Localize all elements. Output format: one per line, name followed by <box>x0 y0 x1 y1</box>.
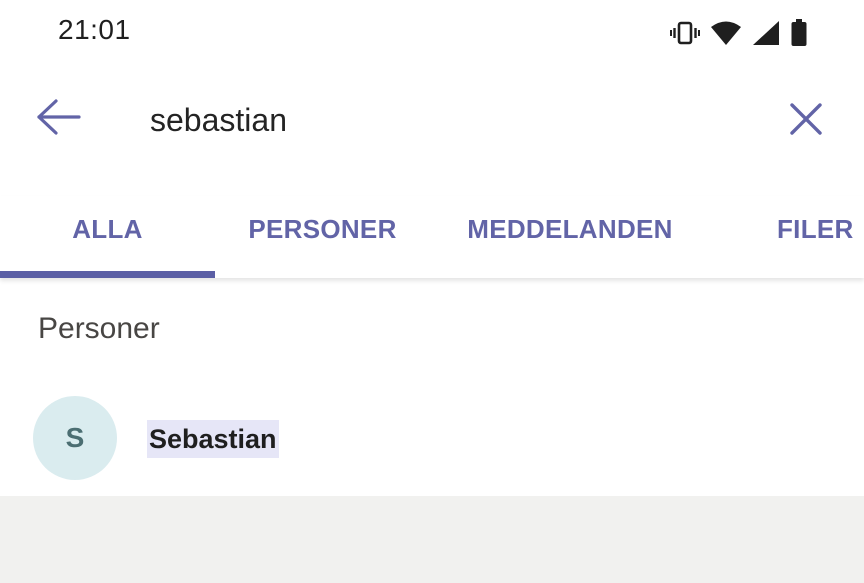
tab-people[interactable]: PERSONER <box>215 196 430 278</box>
empty-results-area <box>0 496 864 583</box>
person-name: Sebastian <box>147 420 279 458</box>
avatar: S <box>33 396 117 480</box>
tab-files[interactable]: FILER <box>740 196 864 278</box>
signal-icon <box>752 20 780 46</box>
back-button[interactable] <box>30 94 86 144</box>
search-header <box>0 76 864 166</box>
status-icons <box>670 16 808 50</box>
avatar-initial: S <box>65 422 85 453</box>
status-bar: 21:01 <box>0 0 864 66</box>
battery-icon <box>790 19 808 47</box>
active-tab-indicator <box>0 271 215 278</box>
person-result-row[interactable]: S Sebastian <box>0 390 864 490</box>
arrow-left-icon <box>34 97 82 142</box>
vibrate-icon <box>670 20 700 46</box>
wifi-icon <box>710 20 742 46</box>
teams-search-screen: 21:01 sebastian ALLA PERSONER MEDDELANDE… <box>0 0 864 583</box>
search-tabs: ALLA PERSONER MEDDELANDEN FILER <box>0 196 864 278</box>
search-input[interactable] <box>150 98 710 142</box>
status-time: 21:01 <box>58 14 131 45</box>
tab-all[interactable]: ALLA <box>0 196 215 278</box>
tab-messages[interactable]: MEDDELANDEN <box>430 196 710 278</box>
section-heading-people: Personer <box>38 312 160 345</box>
close-icon <box>789 102 823 141</box>
clear-search-button[interactable] <box>780 96 832 146</box>
